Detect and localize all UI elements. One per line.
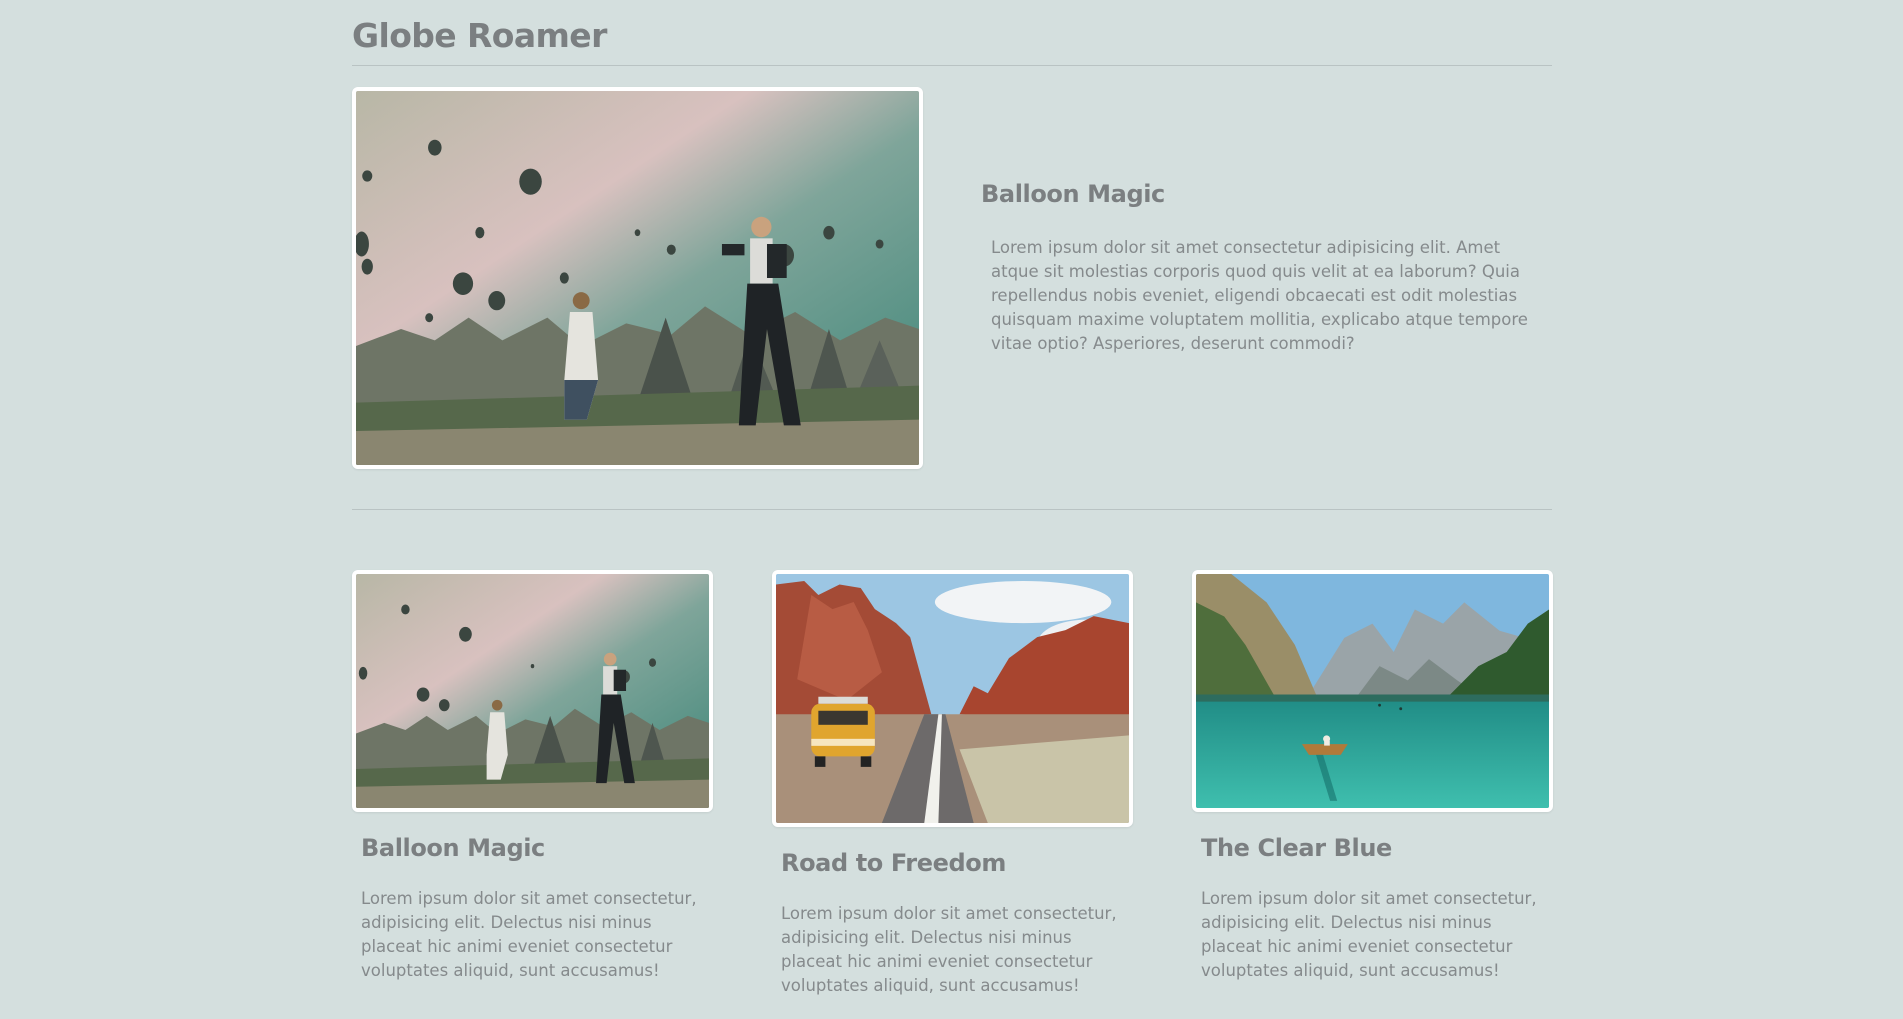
- card-photo-clear-lake: [1192, 570, 1553, 812]
- section-divider: [352, 509, 1552, 510]
- card-heading-road-to-freedom: Road to Freedom: [781, 849, 1006, 877]
- card-photo-balloons: [352, 570, 713, 812]
- card-text-balloon-magic: Lorem ipsum dolor sit amet consectetur, …: [361, 889, 697, 980]
- header-divider: [352, 65, 1552, 66]
- featured-heading: Balloon Magic: [981, 180, 1165, 208]
- card-heading-the-clear-blue: The Clear Blue: [1201, 834, 1392, 862]
- card-text-road-to-freedom: Lorem ipsum dolor sit amet consectetur, …: [781, 904, 1117, 995]
- card-text-the-clear-blue: Lorem ipsum dolor sit amet consectetur, …: [1201, 889, 1537, 980]
- card-heading-balloon-magic: Balloon Magic: [361, 834, 545, 862]
- site-title: Globe Roamer: [352, 16, 607, 55]
- featured-photo-balloons: [352, 87, 923, 469]
- card-photo-road-van: [772, 570, 1133, 827]
- featured-text: Lorem ipsum dolor sit amet consectetur a…: [991, 238, 1528, 353]
